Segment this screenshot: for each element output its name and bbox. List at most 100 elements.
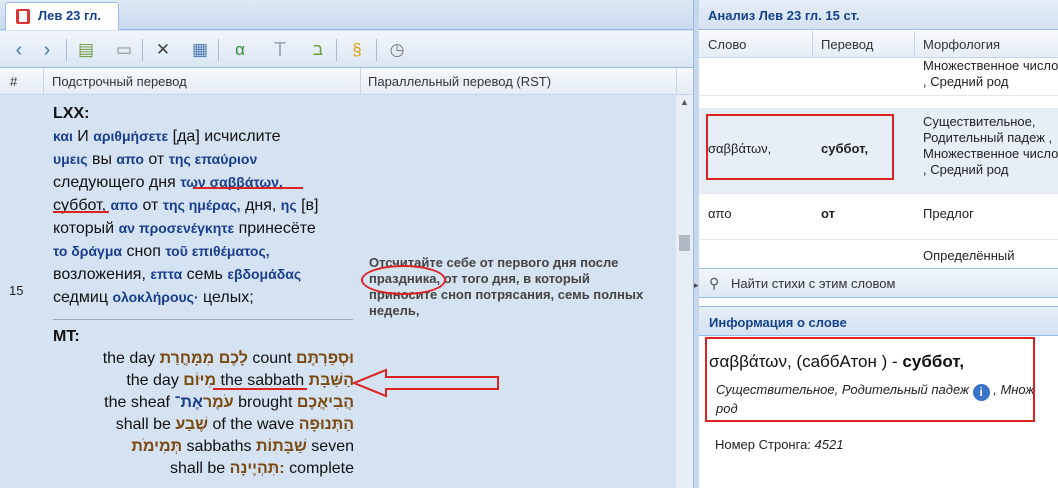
col-interlinear-header[interactable]: Подстрочный перевод: [52, 74, 187, 89]
analysis-grid: Множественное число , Средний род σαββάτ…: [699, 58, 1058, 268]
hebrew-word[interactable]: תְּמִימֹת: [131, 438, 182, 455]
col-word-header[interactable]: Слово: [708, 37, 746, 52]
hebrew-word[interactable]: הַשַּׁבָּת: [309, 372, 354, 389]
translation-word: целых;: [198, 289, 254, 306]
toolbar-separator: [376, 39, 377, 61]
translation-word: И: [72, 128, 94, 145]
translation-word: the sabbath: [216, 372, 309, 389]
translation-word: the sheaf: [104, 394, 175, 411]
clock-icon[interactable]: ◷: [386, 39, 408, 61]
col-translation-header[interactable]: Перевод: [821, 37, 873, 52]
vertical-scrollbar[interactable]: ▲: [676, 95, 693, 488]
tab-label: Лев 23 гл.: [38, 8, 101, 23]
scroll-icon[interactable]: §: [346, 39, 368, 61]
interlinear-text: LXX: και И αριθμήσετε [да] исчислите υμει…: [53, 103, 358, 480]
translation-word: следующего дня: [53, 174, 181, 191]
greek-word[interactable]: ης: [281, 197, 297, 213]
translation-cell: от: [821, 206, 835, 221]
lxx-line: υμεις вы απο от της επαύριον: [53, 148, 358, 171]
scroll-thumb[interactable]: [679, 235, 690, 251]
table-row[interactable]: Определённый: [699, 240, 1058, 268]
text-T-icon[interactable]: T: [269, 39, 291, 61]
mt-header: MT:: [53, 328, 80, 345]
hebrew-word[interactable]: תִּהְיֶינָה:: [230, 460, 285, 477]
hebrew-word[interactable]: שֶׁבַע: [175, 416, 208, 433]
translation-word: седмиц: [53, 289, 113, 306]
col-parallel-header[interactable]: Параллельный перевод (RST): [368, 74, 551, 89]
greek-word[interactable]: το δράγμα: [53, 243, 122, 259]
compare-icon[interactable]: ✕: [152, 39, 174, 61]
morph-cell: Существительное, Родительный падеж , Мно…: [923, 114, 1058, 177]
greek-alpha-icon[interactable]: α: [229, 39, 251, 61]
toolbar-separator: [142, 39, 143, 61]
lxx-line: το δράγμα сноп τοῦ επιθέματος,: [53, 240, 358, 263]
greek-word[interactable]: και: [53, 128, 73, 144]
page-icon[interactable]: ▭: [113, 39, 135, 61]
greek-word[interactable]: τοῦ επιθέματος,: [165, 243, 269, 259]
translation-word: от: [143, 151, 169, 168]
translation-word: of the wave: [208, 416, 299, 433]
word-cell: απο: [708, 206, 732, 221]
hebrew-particle[interactable]: אֶת־: [174, 394, 203, 411]
hebrew-word[interactable]: שַׁבָּתוֹת: [256, 438, 307, 455]
translation-word: сноп: [122, 243, 166, 260]
greek-word[interactable]: απο: [111, 197, 139, 213]
translation-word: принесёте: [234, 220, 316, 237]
greek-word[interactable]: αριθμήσετε: [93, 128, 168, 144]
lxx-header: LXX:: [53, 105, 90, 122]
morph-cell: Множественное число , Средний род: [923, 58, 1058, 89]
hebrew-word[interactable]: הֲבִיאֲכֶם: [297, 394, 354, 411]
greek-word[interactable]: αν προσενέγκητε: [119, 220, 235, 236]
hebrew-word[interactable]: עֹמֶר: [203, 394, 234, 411]
bible-book-icon: [16, 9, 30, 24]
table-row[interactable]: Множественное число , Средний род: [699, 58, 1058, 96]
highlight-underline: [53, 211, 109, 213]
hebrew-word[interactable]: הַתְּנוּפָה: [299, 416, 354, 433]
back-arrow-icon[interactable]: ‹: [8, 39, 30, 61]
hebrew-word[interactable]: וּסְפַרְתֶּם: [296, 350, 354, 367]
hebrew-letter-icon[interactable]: ב: [307, 39, 329, 61]
find-verses-label: Найти стихи с этим словом: [731, 276, 896, 291]
hebrew-word[interactable]: מִיּוֹם: [183, 372, 216, 389]
analysis-panel: Анализ Лев 23 гл. 15 ст. Слово Перевод М…: [699, 0, 1058, 488]
word-info-title: Информация о слове: [699, 306, 1058, 336]
lxx-line: возложения, επτα семь εβδομάδας: [53, 263, 358, 286]
table-icon[interactable]: ▦: [189, 39, 211, 61]
mt-line: the day לָכֶם מִמָּחֳרַת count וּסְפַרְת…: [53, 348, 354, 370]
grid-header: # Подстрочный перевод Параллельный перев…: [0, 68, 693, 95]
table-row[interactable]: απο от Предлог: [699, 194, 1058, 240]
translation-word: дня,: [240, 197, 281, 214]
translation-word: seven: [306, 438, 354, 455]
greek-word[interactable]: επτα: [150, 266, 182, 282]
annotation-arrow-icon: [352, 368, 499, 398]
highlight-ellipse: [361, 265, 446, 295]
highlight-underline: [213, 388, 307, 390]
col-morph-header[interactable]: Морфология: [923, 37, 1000, 52]
translation-word: семь: [182, 266, 228, 283]
tab-bar: Лев 23 гл.: [0, 0, 693, 30]
mt-line: the sheaf עֹמֶראֶת־ brought הֲבִיאֲכֶם: [53, 392, 354, 414]
lxx-line: следующего дня των σαββάτων,: [53, 171, 358, 194]
greek-word[interactable]: της ημέρας,: [163, 197, 241, 213]
translation-word: brought: [233, 394, 297, 411]
analysis-title: Анализ Лев 23 гл. 15 ст.: [699, 0, 1058, 30]
hebrew-word[interactable]: לָכֶם מִמָּחֳרַת: [160, 350, 248, 367]
greek-word[interactable]: εβδομάδας: [227, 266, 301, 282]
forward-arrow-icon[interactable]: ›: [36, 39, 58, 61]
translation-word: shall be: [170, 460, 230, 477]
translation-word: shall be: [115, 416, 176, 433]
add-book-icon[interactable]: ▤: [75, 39, 97, 61]
mt-line: shall be תִּהְיֶינָה: complete: [53, 458, 354, 480]
greek-word[interactable]: υμεις: [53, 151, 88, 167]
mt-lines: the day לָכֶם מִמָּחֳרַת count וּסְפַרְת…: [53, 348, 354, 480]
strong-value: 4521: [814, 437, 844, 452]
greek-word[interactable]: απο: [116, 151, 144, 167]
analysis-grid-header: Слово Перевод Морфология: [699, 31, 1058, 58]
greek-word[interactable]: της επαύριον: [169, 151, 258, 167]
find-verses-button[interactable]: ⚲ Найти стихи с этим словом: [699, 268, 1058, 298]
greek-word[interactable]: ολοκλήρους·: [112, 289, 198, 305]
tab-lev-23[interactable]: Лев 23 гл.: [5, 2, 119, 30]
scroll-up-icon[interactable]: ▲: [680, 97, 689, 107]
collapse-arrow-icon[interactable]: ▸: [694, 280, 699, 291]
col-number-header[interactable]: #: [10, 74, 17, 89]
